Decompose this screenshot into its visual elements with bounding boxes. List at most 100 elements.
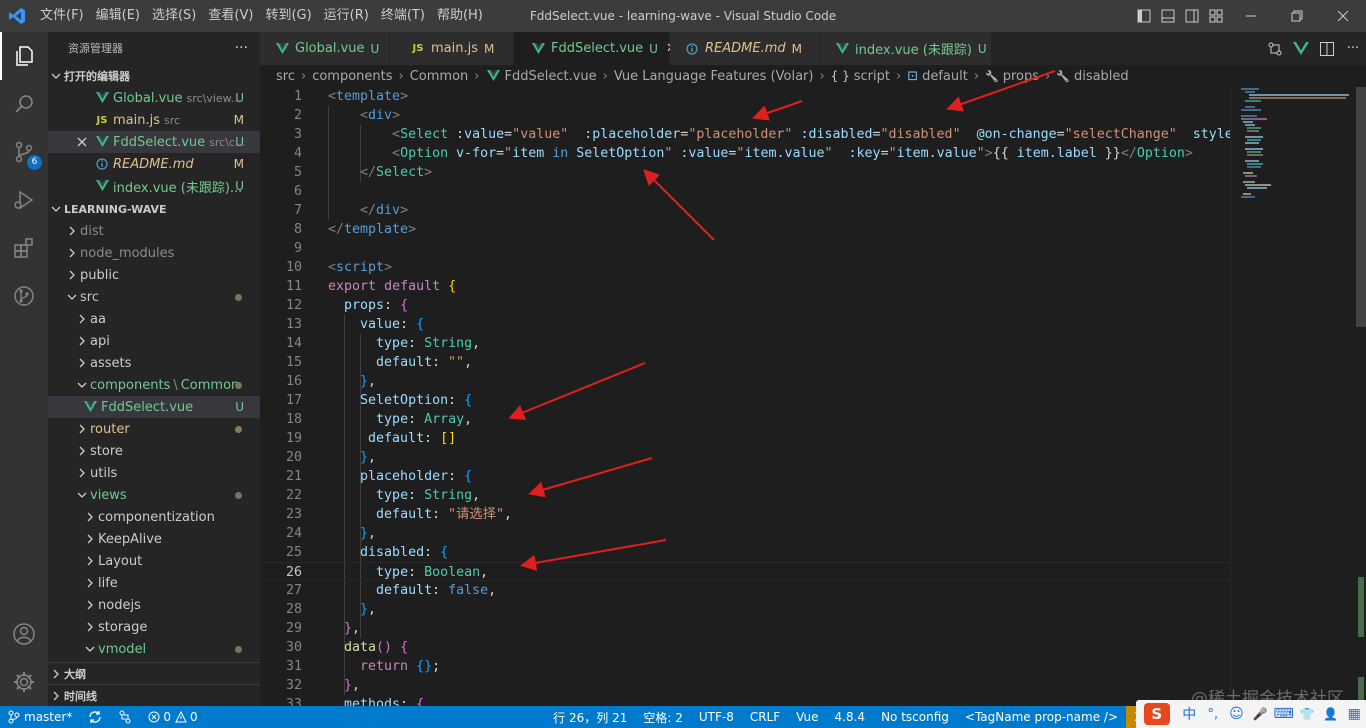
- menu-help[interactable]: 帮助(H): [431, 0, 489, 32]
- remote-explorer-icon[interactable]: [0, 272, 48, 320]
- open-editor-item[interactable]: Global.vue src\view... U: [48, 87, 260, 109]
- menu-go[interactable]: 转到(G): [259, 0, 317, 32]
- code-line[interactable]: 18 type: Array,: [260, 410, 1230, 429]
- tsconfig-status[interactable]: No tsconfig: [873, 710, 957, 724]
- account-icon[interactable]: [0, 610, 48, 658]
- code-line[interactable]: 8 </template>: [260, 220, 1230, 239]
- tree-folder[interactable]: router: [48, 418, 260, 440]
- ime-keyboard-icon[interactable]: ⌨: [1272, 706, 1296, 722]
- branch-indicator[interactable]: master*: [0, 710, 80, 724]
- restore-icon[interactable]: [1274, 0, 1320, 32]
- tree-folder[interactable]: Layout: [48, 550, 260, 572]
- breadcrumb-item[interactable]: Common: [410, 69, 469, 84]
- code-line[interactable]: 26 type: Boolean,: [260, 562, 1230, 581]
- vertical-scrollbar[interactable]: [1352, 87, 1366, 707]
- ime-punctuation-toggle[interactable]: °,: [1201, 707, 1225, 722]
- code-line[interactable]: 19 default: []: [260, 429, 1230, 448]
- tree-folder[interactable]: aa: [48, 308, 260, 330]
- menu-view[interactable]: 查看(V): [202, 0, 259, 32]
- code-line[interactable]: 24 },: [260, 524, 1230, 543]
- ts-version[interactable]: 4.8.4: [827, 710, 874, 724]
- compare-changes-icon[interactable]: [1262, 41, 1288, 57]
- vue-preview-icon[interactable]: [1288, 41, 1314, 56]
- minimize-icon[interactable]: [1228, 0, 1274, 32]
- code-line[interactable]: 28 },: [260, 600, 1230, 619]
- code-line[interactable]: 29 },: [260, 619, 1230, 638]
- tree-folder[interactable]: nodejs: [48, 594, 260, 616]
- code-line[interactable]: 3 <Select :value="value" :placeholder="p…: [260, 125, 1230, 144]
- menu-edit[interactable]: 编辑(E): [90, 0, 146, 32]
- code-line[interactable]: 1 <template>: [260, 87, 1230, 106]
- open-editor-item-active[interactable]: FddSelect.vue src\c... U: [48, 131, 260, 153]
- menu-terminal[interactable]: 终端(T): [375, 0, 431, 32]
- open-editors-section[interactable]: 打开的编辑器: [48, 65, 260, 87]
- line-ending[interactable]: CRLF: [742, 710, 788, 724]
- tag-name-case[interactable]: <TagName prop-name />: [957, 710, 1126, 724]
- code-line[interactable]: 15 default: "",: [260, 353, 1230, 372]
- tree-folder[interactable]: views: [48, 484, 260, 506]
- toggle-secondary-sidebar-icon[interactable]: [1180, 0, 1204, 32]
- breadcrumb-item[interactable]: src: [276, 69, 295, 84]
- minimap[interactable]: [1230, 87, 1352, 706]
- code-editor[interactable]: 1 <template> 2 <div> 3 <Select :value="valu…: [260, 87, 1230, 706]
- code-line[interactable]: 20 },: [260, 448, 1230, 467]
- tab-global-vue[interactable]: Global.vue U: [260, 32, 390, 65]
- code-line[interactable]: 11 export default {: [260, 277, 1230, 296]
- tree-folder[interactable]: life: [48, 572, 260, 594]
- tree-folder[interactable]: components \ Common: [48, 374, 260, 396]
- code-line[interactable]: 2 <div>: [260, 106, 1230, 125]
- code-line[interactable]: 21 placeholder: {: [260, 467, 1230, 486]
- code-line[interactable]: 32 },: [260, 676, 1230, 695]
- problems-indicator[interactable]: 0 0: [140, 710, 205, 724]
- breadcrumb-item[interactable]: default: [922, 69, 968, 84]
- breadcrumb-item[interactable]: script: [854, 69, 890, 84]
- code-line[interactable]: 23 default: "请选择",: [260, 505, 1230, 524]
- breadcrumb-item[interactable]: components: [312, 69, 392, 84]
- more-actions-icon[interactable]: ···: [235, 40, 248, 56]
- tree-folder[interactable]: public: [48, 264, 260, 286]
- tree-file-active[interactable]: FddSelect.vue U: [48, 396, 260, 418]
- remote-sync-icon[interactable]: [110, 710, 140, 724]
- tree-folder[interactable]: vmodel: [48, 638, 260, 660]
- code-line[interactable]: 4 <Option v-for="item in SeletOption" :v…: [260, 144, 1230, 163]
- tree-folder[interactable]: assets: [48, 352, 260, 374]
- close-icon[interactable]: [74, 137, 90, 147]
- open-editor-item[interactable]: JS main.js src M: [48, 109, 260, 131]
- tree-folder[interactable]: node_modules: [48, 242, 260, 264]
- tree-folder[interactable]: store: [48, 440, 260, 462]
- menu-file[interactable]: 文件(F): [34, 0, 90, 32]
- search-icon[interactable]: [0, 80, 48, 128]
- manage-gear-icon[interactable]: [0, 658, 48, 706]
- ime-mic-icon[interactable]: 🎤: [1248, 707, 1272, 721]
- tree-folder[interactable]: api: [48, 330, 260, 352]
- timeline-section[interactable]: 时间线: [48, 684, 260, 706]
- ime-user-icon[interactable]: 👤: [1319, 707, 1343, 721]
- source-control-icon[interactable]: 6: [0, 128, 48, 176]
- language-mode[interactable]: Vue: [788, 710, 826, 724]
- code-line[interactable]: 14 type: String,: [260, 334, 1230, 353]
- code-line[interactable]: 13 value: {: [260, 315, 1230, 334]
- code-line[interactable]: 12 props: {: [260, 296, 1230, 315]
- tab-index-vue[interactable]: index.vue (未跟踪) U: [820, 32, 992, 65]
- cursor-position[interactable]: 行 26，列 21: [545, 709, 635, 726]
- breadcrumb-item[interactable]: props: [1003, 69, 1039, 84]
- encoding[interactable]: UTF-8: [691, 710, 742, 724]
- open-editor-item[interactable]: index.vue (未跟踪)... U: [48, 175, 260, 197]
- code-line[interactable]: 30 data() {: [260, 638, 1230, 657]
- tree-folder[interactable]: storage: [48, 616, 260, 638]
- tree-folder[interactable]: src: [48, 286, 260, 308]
- breadcrumb-item[interactable]: FddSelect.vue: [504, 69, 596, 84]
- indentation[interactable]: 空格: 2: [635, 709, 691, 726]
- breadcrumb-item[interactable]: disabled: [1074, 69, 1129, 84]
- ime-skin-icon[interactable]: 👕: [1295, 707, 1319, 721]
- more-actions-icon[interactable]: ···: [1340, 41, 1366, 56]
- ime-menu-icon[interactable]: ▦: [1342, 706, 1366, 722]
- ime-language-toggle[interactable]: 中: [1178, 704, 1202, 724]
- project-section[interactable]: LEARNING-WAVE: [48, 198, 260, 220]
- toggle-primary-sidebar-icon[interactable]: [1132, 0, 1156, 32]
- tab-main-js[interactable]: JS main.js M: [390, 32, 514, 65]
- code-line[interactable]: 25 disabled: {: [260, 543, 1230, 562]
- sogou-logo[interactable]: S: [1144, 703, 1170, 725]
- ime-emoji-icon[interactable]: ☺: [1225, 706, 1249, 722]
- tab-readme-md[interactable]: README.md M: [670, 32, 820, 65]
